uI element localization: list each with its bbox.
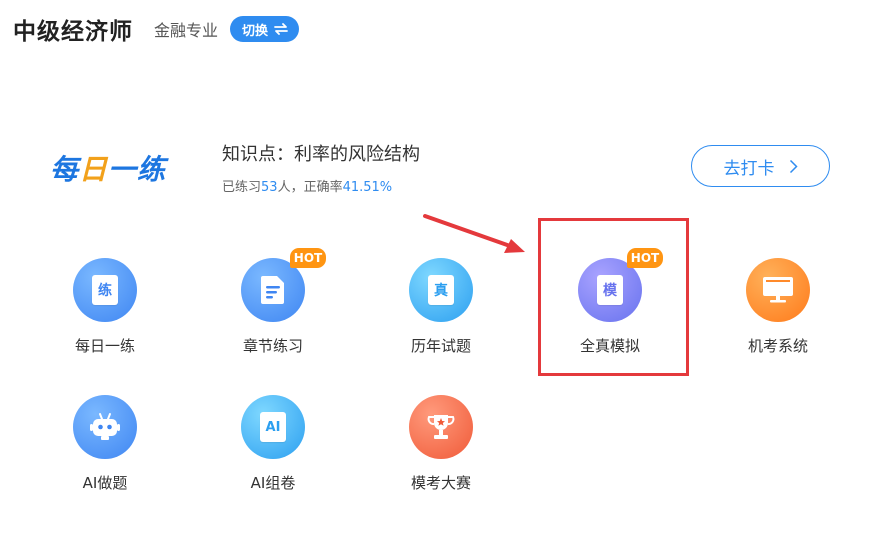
practice-count: 53 — [261, 180, 278, 195]
monitor-icon — [746, 258, 810, 322]
daily-practice-logo: 每日一练 — [50, 153, 167, 186]
app-title: 中级经济师 — [13, 19, 133, 45]
tile-label: AI组卷 — [250, 474, 296, 492]
subject-label: 金融专业 — [154, 21, 219, 40]
tile-ai-paper[interactable]: AI AI组卷 — [218, 395, 328, 515]
checkin-button[interactable]: 去打卡 — [691, 145, 830, 187]
tile-label: AI做题 — [82, 474, 128, 492]
knowledge-point-title: 知识点：利率的风险结构 — [222, 144, 420, 165]
tile-label: 章节练习 — [242, 337, 303, 355]
tile-label: 机考系统 — [747, 337, 808, 355]
annotation-highlight-box — [538, 218, 689, 376]
tile-ai-practice[interactable]: AI做题 — [50, 395, 160, 515]
ai-paper-icon: AI — [241, 395, 305, 459]
tile-daily-practice[interactable]: 练 每日一练 — [50, 258, 160, 378]
daily-practice-icon: 练 — [73, 258, 137, 322]
tile-label: 历年试题 — [410, 337, 471, 355]
tile-computer-exam[interactable]: 机考系统 — [723, 258, 833, 378]
tile-past-exams[interactable]: 真 历年试题 — [386, 258, 496, 378]
chevron-right-icon — [789, 159, 798, 173]
practice-stats: 已练习53人，正确率41.51% — [222, 180, 393, 195]
robot-icon — [73, 395, 137, 459]
past-exams-icon: 真 — [409, 258, 473, 322]
hot-badge: HOT — [290, 248, 326, 268]
trophy-icon — [409, 395, 473, 459]
accuracy-rate: 41.51% — [342, 180, 393, 195]
annotation-arrow-icon — [423, 214, 525, 253]
tile-chapter-practice[interactable]: HOT 章节练习 — [218, 248, 328, 378]
switch-subject-button[interactable]: 切换 — [230, 16, 300, 42]
switch-button-label: 切换 — [242, 23, 269, 39]
header: 中级经济师 金融专业 切换 — [13, 12, 300, 46]
tile-mock-contest[interactable]: 模考大赛 — [386, 395, 496, 515]
tile-label: 每日一练 — [74, 337, 135, 355]
checkin-label: 去打卡 — [723, 158, 775, 179]
tile-label: 模考大赛 — [410, 474, 471, 492]
swap-arrows-icon — [274, 23, 288, 35]
